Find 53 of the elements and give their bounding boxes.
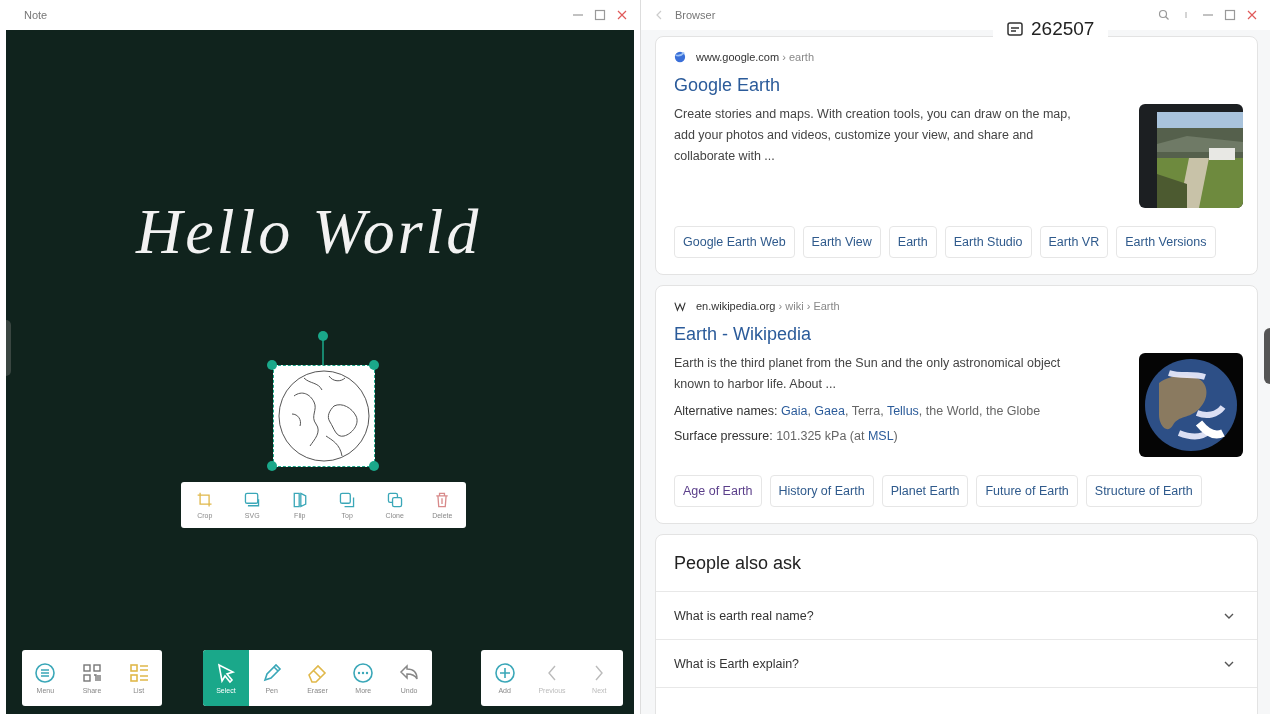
search-chip[interactable]: Earth bbox=[888, 226, 937, 258]
result-url[interactable]: en.wikipedia.org › wiki › Earth bbox=[696, 300, 840, 312]
result-snippet: Create stories and maps. With creation tools, you can draw on the map, add your photos and videos, customize your view, and share and collaborate with ... bbox=[674, 106, 1072, 165]
question-row[interactable]: What is earth real name? bbox=[656, 591, 1257, 639]
eraser-icon bbox=[306, 662, 329, 684]
maximize-icon[interactable] bbox=[1224, 9, 1236, 21]
card-icon bbox=[1007, 22, 1023, 36]
chevron-left-icon bbox=[548, 665, 556, 681]
image-icon bbox=[243, 491, 262, 509]
section-heading: People also ask bbox=[673, 552, 803, 575]
question-text: What is earth real name? bbox=[674, 608, 814, 623]
question-text: What is Earth explain? bbox=[674, 656, 800, 671]
search-chip[interactable]: Earth Studio bbox=[944, 226, 1032, 258]
link[interactable]: MSL bbox=[867, 429, 894, 443]
list-icon bbox=[127, 662, 150, 684]
menu-icon bbox=[34, 662, 57, 684]
search-icon bbox=[1158, 9, 1170, 21]
search-chip[interactable]: Planet Earth bbox=[881, 475, 969, 507]
close-icon[interactable] bbox=[1246, 9, 1258, 21]
chevron-right-icon bbox=[595, 665, 604, 681]
search-chip[interactable]: Structure of Earth bbox=[1085, 475, 1202, 507]
search-chip[interactable]: Earth View bbox=[802, 226, 881, 258]
result-url[interactable]: www.google.com › earth bbox=[696, 51, 814, 63]
crop-icon bbox=[195, 491, 214, 509]
result-snippet: Earth is the third planet from the Sun and the only astronomical object known to harbor life. About ... bbox=[674, 355, 1062, 393]
fact-line: Alternative names: Gaia, Gaea, Terra, Tellus, the World, the Globe bbox=[674, 403, 1042, 420]
side-handle[interactable] bbox=[1264, 328, 1270, 384]
search-chip[interactable]: History of Earth bbox=[769, 475, 874, 507]
search-chip[interactable]: Google Earth Web bbox=[674, 226, 795, 258]
question-row[interactable]: What is Earth explain? bbox=[656, 639, 1257, 687]
window-title: Browser bbox=[675, 9, 717, 21]
search-chip[interactable]: Earth VR bbox=[1039, 226, 1109, 258]
add-icon bbox=[493, 662, 516, 684]
fact-line: Surface pressure: 101.325 kPa (at MSL) bbox=[674, 428, 899, 445]
link[interactable]: Tellus bbox=[886, 404, 919, 418]
side-handle[interactable] bbox=[6, 320, 11, 376]
link[interactable]: Gaea bbox=[814, 404, 845, 418]
maximize-icon[interactable] bbox=[594, 9, 606, 21]
search-chip[interactable]: Earth Versions bbox=[1116, 226, 1216, 258]
search-chip[interactable]: Age of Earth bbox=[674, 475, 762, 507]
qr-code-icon bbox=[81, 662, 103, 684]
more-icon bbox=[352, 662, 375, 684]
globe-logo-icon bbox=[674, 51, 686, 63]
search-chip[interactable]: Future of Earth bbox=[976, 475, 1078, 507]
result-title-link[interactable]: Google Earth bbox=[674, 75, 781, 96]
close-icon[interactable] bbox=[616, 9, 628, 21]
result-title-link[interactable]: Earth - Wikipedia bbox=[674, 324, 812, 345]
wikipedia-logo-icon bbox=[674, 300, 686, 312]
handwritten-text: Hello World bbox=[136, 195, 482, 269]
window-title: Note bbox=[24, 9, 49, 21]
badge-number: 262507 bbox=[1031, 18, 1095, 40]
layer-icon bbox=[338, 491, 357, 509]
copy-icon bbox=[385, 491, 404, 509]
